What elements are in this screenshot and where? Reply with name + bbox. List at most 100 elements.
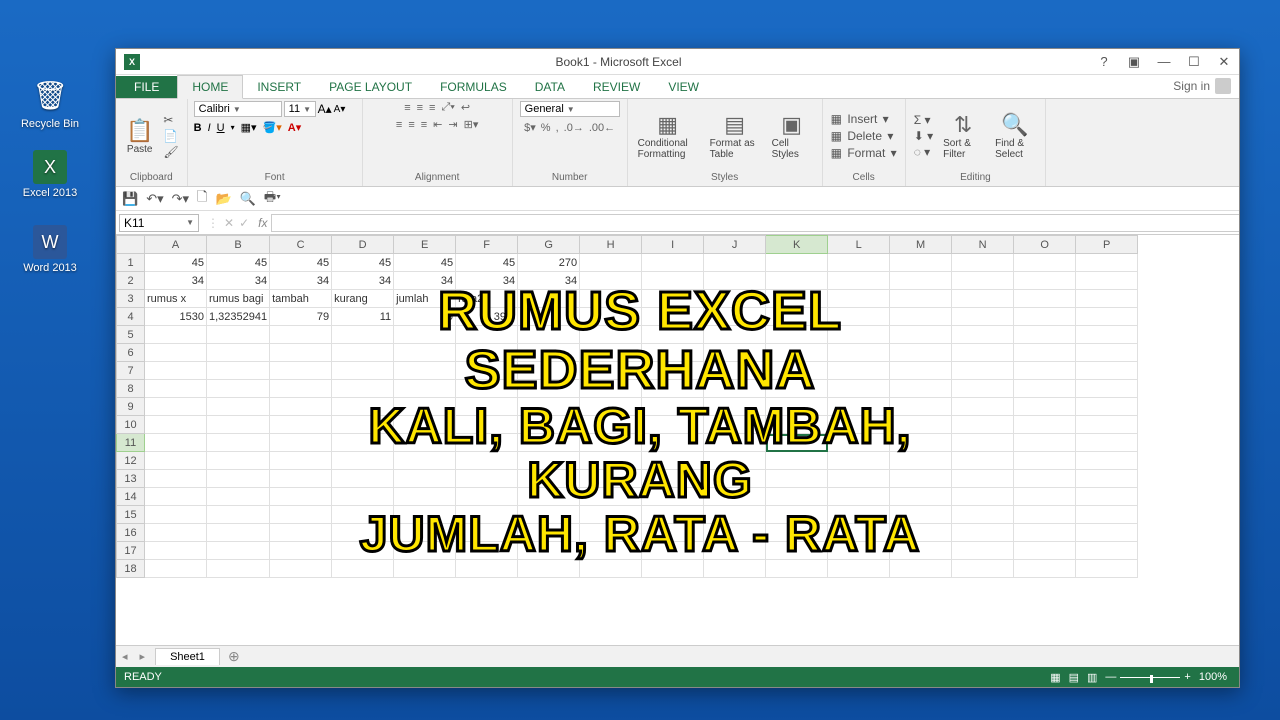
tab-file[interactable]: FILE <box>116 76 177 98</box>
row-header[interactable]: 7 <box>117 362 145 380</box>
cell[interactable] <box>1014 254 1076 272</box>
cell[interactable] <box>766 362 828 380</box>
cell[interactable] <box>207 560 270 578</box>
cell[interactable] <box>207 524 270 542</box>
cell[interactable] <box>766 452 828 470</box>
cell[interactable] <box>1014 488 1076 506</box>
column-header[interactable]: H <box>580 236 642 254</box>
cell[interactable] <box>207 344 270 362</box>
cell[interactable] <box>207 362 270 380</box>
cell[interactable] <box>828 452 890 470</box>
cell[interactable] <box>145 452 207 470</box>
help-icon[interactable]: ? <box>1089 49 1119 75</box>
column-header[interactable]: M <box>890 236 952 254</box>
cell[interactable] <box>766 380 828 398</box>
cell[interactable] <box>890 416 952 434</box>
cell[interactable] <box>828 344 890 362</box>
cell[interactable] <box>828 326 890 344</box>
cell[interactable] <box>642 272 704 290</box>
cell[interactable] <box>704 398 766 416</box>
cell[interactable] <box>145 362 207 380</box>
cell[interactable] <box>580 272 642 290</box>
cell[interactable]: 39,5 <box>456 308 518 326</box>
cell[interactable] <box>828 524 890 542</box>
column-header[interactable]: L <box>828 236 890 254</box>
column-header[interactable]: K <box>766 236 828 254</box>
new-icon[interactable]: 🗋 <box>197 188 207 210</box>
cell[interactable] <box>952 344 1014 362</box>
cell[interactable] <box>207 398 270 416</box>
cell[interactable] <box>580 434 642 452</box>
cell[interactable] <box>456 506 518 524</box>
cell[interactable] <box>394 524 456 542</box>
cell[interactable] <box>207 380 270 398</box>
font-size-select[interactable]: 11▼ <box>284 101 316 117</box>
sheet-tab[interactable]: Sheet1 <box>155 648 220 665</box>
cell[interactable] <box>952 488 1014 506</box>
cell[interactable] <box>145 542 207 560</box>
signin[interactable]: Sign in <box>1165 74 1239 98</box>
insert-function-icon[interactable]: fx <box>254 216 271 230</box>
cell[interactable] <box>394 380 456 398</box>
cell[interactable] <box>828 506 890 524</box>
cell[interactable]: 34 <box>270 272 332 290</box>
cell[interactable] <box>828 380 890 398</box>
cell[interactable] <box>890 470 952 488</box>
cell[interactable] <box>394 362 456 380</box>
cell[interactable] <box>580 560 642 578</box>
cell[interactable] <box>207 452 270 470</box>
cell[interactable] <box>952 470 1014 488</box>
cell[interactable] <box>828 290 890 308</box>
find-select-button[interactable]: 🔍Find & Select <box>991 110 1039 162</box>
new-sheet-icon[interactable]: ⊕ <box>220 648 248 665</box>
cell[interactable] <box>1014 542 1076 560</box>
cell[interactable]: 45 <box>456 254 518 272</box>
cell[interactable] <box>1014 434 1076 452</box>
cell[interactable] <box>828 308 890 326</box>
cell[interactable] <box>766 326 828 344</box>
cell[interactable] <box>456 326 518 344</box>
cell[interactable] <box>518 362 580 380</box>
cell[interactable] <box>145 380 207 398</box>
cell[interactable] <box>890 506 952 524</box>
align-top-icon[interactable]: ≡ <box>404 102 410 114</box>
cell[interactable] <box>518 488 580 506</box>
cell[interactable] <box>642 524 704 542</box>
cell[interactable] <box>518 452 580 470</box>
cell[interactable] <box>952 308 1014 326</box>
cell[interactable] <box>952 254 1014 272</box>
indent-dec-icon[interactable]: ⇤ <box>433 118 442 131</box>
align-bottom-icon[interactable]: ≡ <box>429 102 435 114</box>
cell[interactable] <box>580 452 642 470</box>
cell[interactable]: 270 <box>518 254 580 272</box>
row-header[interactable]: 4 <box>117 308 145 326</box>
column-header[interactable]: B <box>207 236 270 254</box>
desktop-word[interactable]: W Word 2013 <box>15 225 85 274</box>
cell[interactable]: 1530 <box>145 308 207 326</box>
cell[interactable] <box>456 416 518 434</box>
cell[interactable] <box>207 542 270 560</box>
row-header[interactable]: 8 <box>117 380 145 398</box>
tab-insert[interactable]: INSERT <box>243 76 315 98</box>
shrink-font-icon[interactable]: A▾ <box>334 104 346 115</box>
row-header[interactable]: 10 <box>117 416 145 434</box>
cell[interactable] <box>952 524 1014 542</box>
cell[interactable] <box>518 326 580 344</box>
cell[interactable] <box>394 344 456 362</box>
spreadsheet-grid[interactable]: ABCDEFGHIJKLMNOP145454545454527023434343… <box>116 235 1239 645</box>
cell[interactable] <box>642 308 704 326</box>
cell[interactable] <box>952 506 1014 524</box>
cell[interactable]: 79 <box>394 308 456 326</box>
cell[interactable] <box>332 398 394 416</box>
cell[interactable] <box>766 470 828 488</box>
fill-color-button[interactable]: 🪣▾ <box>263 121 282 134</box>
cell[interactable] <box>394 506 456 524</box>
cell[interactable] <box>952 290 1014 308</box>
cell[interactable] <box>580 326 642 344</box>
cell[interactable] <box>332 542 394 560</box>
name-box[interactable]: K11▼ <box>119 214 199 232</box>
cell[interactable] <box>145 560 207 578</box>
cell[interactable] <box>704 542 766 560</box>
cell[interactable] <box>828 362 890 380</box>
cell[interactable] <box>766 254 828 272</box>
